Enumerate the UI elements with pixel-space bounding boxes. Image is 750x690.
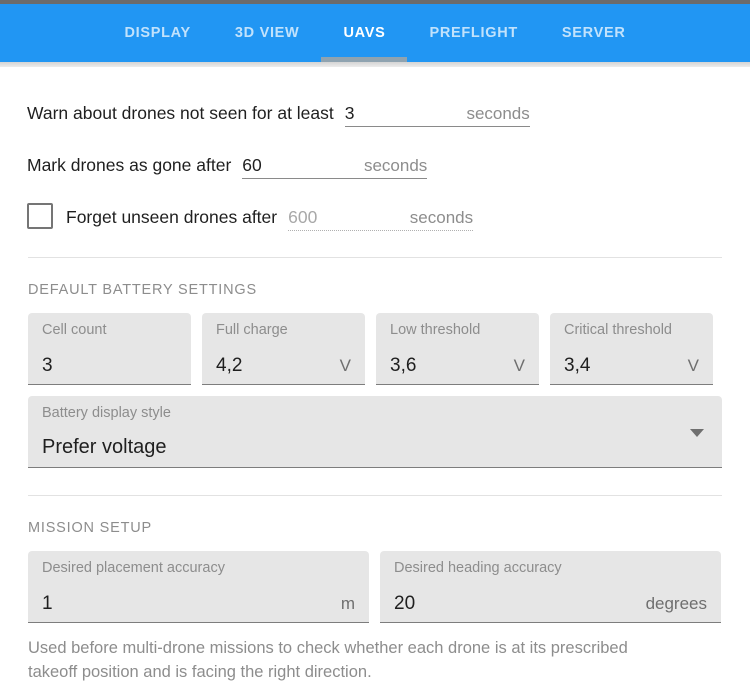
warn-timeout-input[interactable]: 3 seconds — [344, 94, 530, 127]
chevron-down-icon[interactable] — [690, 429, 704, 437]
heading-accuracy-label: Desired heading accuracy — [394, 560, 562, 576]
cell-count-value: 3 — [42, 355, 53, 376]
cell-count-field[interactable]: Cell count 3 — [28, 313, 191, 385]
gone-timeout-row: Mark drones as gone after 60 seconds — [0, 133, 750, 179]
forget-timeout-label: Forget unseen drones after — [66, 206, 278, 227]
low-threshold-unit: V — [513, 356, 525, 375]
warn-timeout-unit: seconds — [466, 104, 530, 123]
forget-unseen-drones-checkbox[interactable] — [27, 203, 53, 229]
uavs-settings-window: DISPLAY 3D VIEW UAVS PREFLIGHT SERVER Wa… — [0, 0, 750, 690]
mission-section-title: Mission setup — [28, 520, 152, 536]
tab-display-label: DISPLAY — [124, 25, 191, 41]
critical-threshold-field[interactable]: Critical threshold 3,4 V — [550, 313, 713, 385]
heading-accuracy-field[interactable]: Desired heading accuracy 20 degrees — [380, 551, 721, 623]
placement-accuracy-value: 1 — [42, 593, 53, 614]
tab-preflight-label: PREFLIGHT — [429, 25, 518, 41]
placement-accuracy-label: Desired placement accuracy — [42, 560, 225, 576]
tab-server-label: SERVER — [561, 25, 626, 41]
cell-count-label: Cell count — [42, 322, 107, 338]
warn-timeout-value: 3 — [344, 102, 355, 123]
tab-bar: DISPLAY 3D VIEW UAVS PREFLIGHT SERVER — [0, 4, 750, 71]
full-charge-label: Full charge — [216, 322, 288, 338]
battery-fields-row: Cell count 3 Full charge 4,2 V Low thres… — [0, 313, 750, 385]
settings-content: Warn about drones not seen for at least … — [0, 67, 750, 690]
critical-threshold-unit: V — [687, 356, 699, 375]
full-charge-field[interactable]: Full charge 4,2 V — [202, 313, 365, 385]
gone-timeout-label: Mark drones as gone after — [27, 154, 232, 175]
divider-battery — [28, 495, 722, 496]
mission-fields-row: Desired placement accuracy 1 m Desired h… — [0, 551, 750, 623]
tab-preflight[interactable]: PREFLIGHT — [407, 4, 539, 62]
gone-timeout-value: 60 — [242, 154, 262, 175]
forget-timeout-row: Forget unseen drones after 600 seconds — [0, 185, 750, 231]
forget-timeout-input[interactable]: 600 seconds — [288, 198, 474, 231]
low-threshold-label: Low threshold — [390, 322, 481, 338]
critical-threshold-label: Critical threshold — [564, 322, 672, 338]
critical-threshold-value: 3,4 — [564, 355, 591, 376]
full-charge-value: 4,2 — [216, 355, 243, 376]
battery-display-style-label: Battery display style — [42, 405, 171, 421]
placement-accuracy-unit: m — [340, 594, 355, 613]
tab-3d-view-label: 3D VIEW — [234, 25, 300, 41]
full-charge-unit: V — [339, 356, 351, 375]
gone-timeout-input[interactable]: 60 seconds — [242, 146, 428, 179]
battery-display-style-value: Prefer voltage — [42, 436, 167, 458]
battery-display-style-select[interactable]: Battery display style Prefer voltage — [28, 396, 722, 468]
mission-helper-text: Used before multi-drone missions to chec… — [28, 639, 628, 681]
forget-timeout-unit: seconds — [409, 208, 474, 227]
warn-timeout-label: Warn about drones not seen for at least — [27, 102, 334, 123]
divider-timeouts — [28, 257, 722, 258]
placement-accuracy-field[interactable]: Desired placement accuracy 1 m — [28, 551, 369, 623]
tab-display[interactable]: DISPLAY — [102, 4, 212, 62]
forget-timeout-value: 600 — [288, 206, 318, 227]
tab-uavs[interactable]: UAVS — [321, 4, 408, 62]
low-threshold-field[interactable]: Low threshold 3,6 V — [376, 313, 539, 385]
tab-uavs-label: UAVS — [343, 25, 386, 41]
gone-timeout-unit: seconds — [363, 156, 428, 175]
active-tab-indicator — [321, 57, 408, 62]
warn-timeout-row: Warn about drones not seen for at least … — [0, 81, 750, 127]
battery-section-title: Default battery settings — [28, 282, 257, 298]
heading-accuracy-unit: degrees — [645, 594, 707, 613]
low-threshold-value: 3,6 — [390, 355, 417, 376]
heading-accuracy-value: 20 — [394, 593, 416, 614]
tab-server[interactable]: SERVER — [540, 4, 648, 62]
tab-3d-view[interactable]: 3D VIEW — [213, 4, 322, 62]
